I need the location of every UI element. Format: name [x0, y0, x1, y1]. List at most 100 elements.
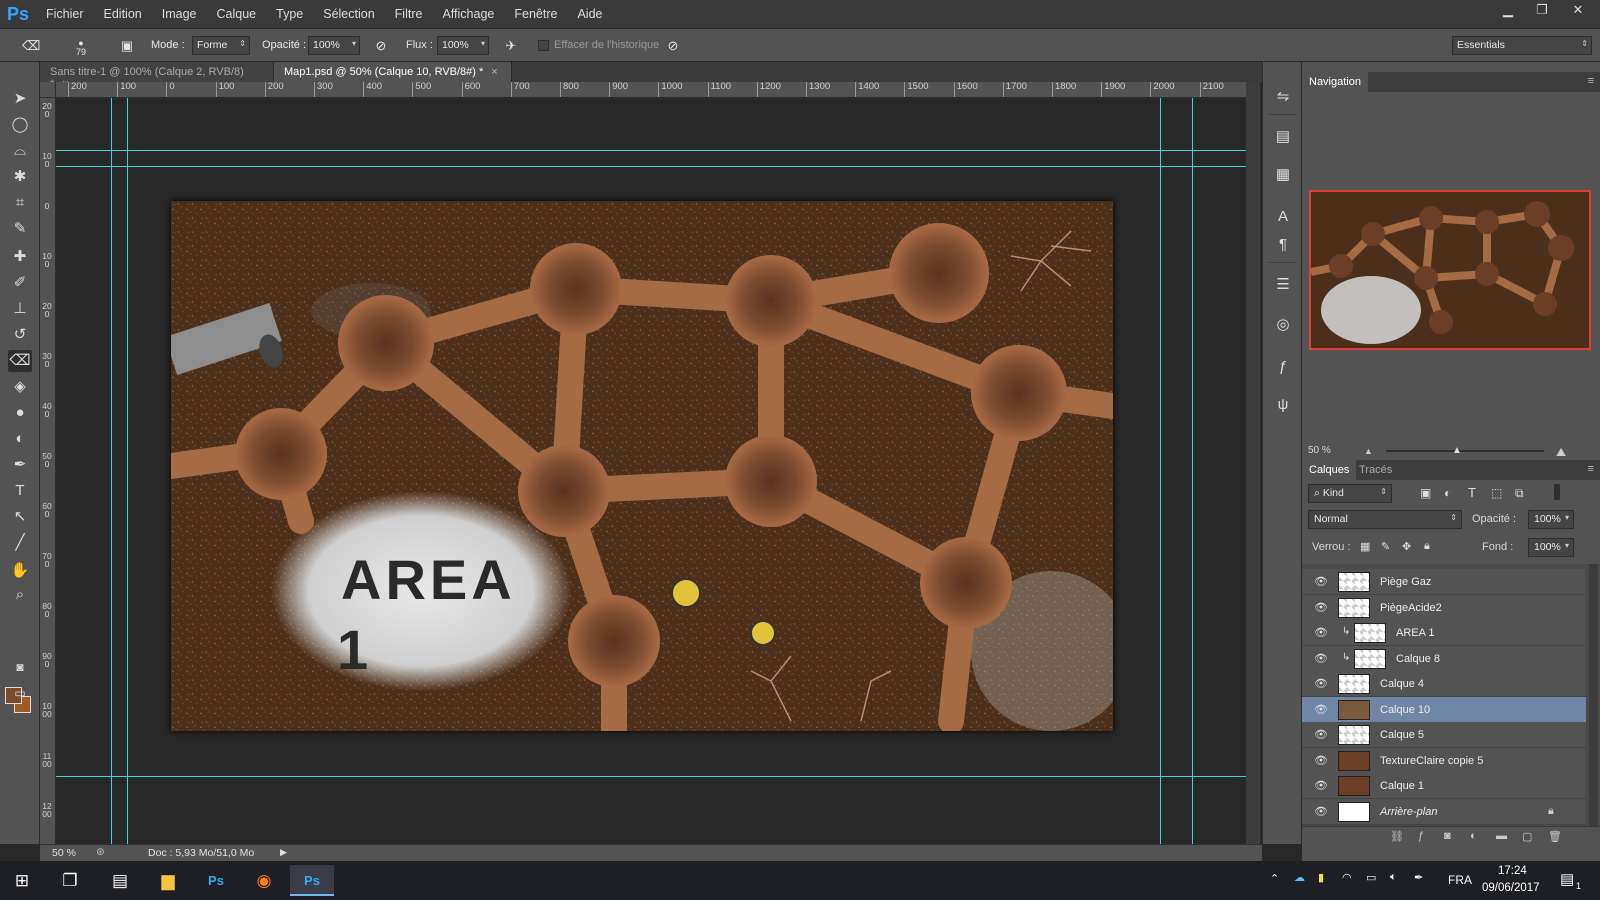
navigator-zoom-slider[interactable]	[1386, 450, 1544, 452]
layer-thumbnail[interactable]	[1338, 750, 1370, 771]
battery-icon[interactable]: ▭	[1366, 871, 1376, 884]
menu-calque[interactable]: Calque	[207, 0, 267, 28]
lock-position-icon[interactable]: ✥	[1402, 540, 1411, 553]
wifi-icon[interactable]: ◠	[1342, 871, 1352, 884]
menu-image[interactable]: Image	[152, 0, 207, 28]
layer-thumbnail[interactable]	[1338, 699, 1370, 720]
new-layer-icon[interactable]: ▢	[1522, 830, 1532, 843]
path-selection-icon[interactable]: ↖	[8, 506, 32, 528]
menu-selection[interactable]: Sélection	[313, 0, 384, 28]
eraser-tool-icon[interactable]: ⌫	[8, 350, 32, 372]
menu-fenetre[interactable]: Fenêtre	[504, 0, 567, 28]
history-panel-icon[interactable]: ⇋	[1271, 86, 1295, 108]
filter-adjustment-icon[interactable]: ◐	[1444, 486, 1451, 500]
filter-shape-icon[interactable]: ⬚	[1491, 486, 1502, 500]
layers-scrollbar[interactable]	[1589, 564, 1598, 826]
channels-icon[interactable]: ◎	[1271, 314, 1295, 336]
clone-stamp-icon[interactable]: ⊥	[8, 298, 32, 320]
visibility-eye-icon[interactable]: 👁︎	[1314, 805, 1328, 819]
firefox-icon[interactable]: ◉	[242, 865, 286, 896]
lock-all-icon[interactable]: 🔒︎	[1424, 540, 1430, 553]
quick-mask-icon[interactable]: ◙	[8, 656, 32, 678]
line-tool-icon[interactable]: ╱	[8, 532, 32, 554]
guide-vertical[interactable]	[1160, 98, 1161, 844]
hand-tool-icon[interactable]: ✋	[8, 560, 32, 582]
layer-thumbnail[interactable]	[1338, 597, 1370, 618]
panel-menu-icon[interactable]: ≡	[1588, 463, 1594, 475]
menu-edition[interactable]: Edition	[94, 0, 152, 28]
erase-history-checkbox[interactable]	[538, 40, 549, 51]
tab-traces[interactable]: Tracés	[1352, 460, 1399, 480]
opacity-input[interactable]: 100% ▾	[308, 36, 360, 55]
navigator-thumbnail[interactable]	[1309, 190, 1591, 350]
pen-workspace-icon[interactable]: ✒	[1414, 871, 1423, 884]
task-view-icon[interactable]: ❐	[48, 865, 92, 896]
panel-menu-icon[interactable]: ≡	[1588, 75, 1594, 87]
store-icon[interactable]: ▤	[98, 865, 142, 896]
workspace-select[interactable]: Essentials ⇕	[1452, 36, 1592, 55]
map-image[interactable]: AREA 1	[171, 201, 1113, 731]
guide-vertical[interactable]	[127, 98, 128, 844]
ruler-origin[interactable]	[40, 82, 56, 98]
visibility-eye-icon[interactable]: 👁︎	[1314, 601, 1328, 615]
layer-thumbnail[interactable]	[1354, 623, 1386, 643]
eyedropper-icon[interactable]: ✎	[8, 218, 32, 240]
visibility-eye-icon[interactable]: 👁︎	[1314, 677, 1328, 691]
zoom-level[interactable]: 50 %	[52, 847, 76, 859]
layer-row[interactable]: 👁︎ Piège Gaz	[1302, 569, 1586, 595]
brush-tool-icon[interactable]: ✐	[8, 272, 32, 294]
notifications-icon[interactable]: ▤	[1560, 870, 1574, 888]
filter-toggle[interactable]	[1554, 484, 1560, 500]
lasso-tool-icon[interactable]: ⌓	[8, 140, 32, 162]
visibility-eye-icon[interactable]: 👁︎	[1314, 728, 1328, 742]
adjustments-icon[interactable]: ☰	[1271, 274, 1295, 296]
paint-bucket-icon[interactable]: ◈	[8, 376, 32, 398]
layer-thumbnail[interactable]	[1338, 572, 1370, 592]
visibility-eye-icon[interactable]: 👁︎	[1314, 626, 1328, 640]
type-tool-icon[interactable]: T	[8, 480, 32, 502]
layer-opacity-input[interactable]: 100% ▾	[1528, 510, 1574, 529]
fill-input[interactable]: 100% ▾	[1528, 538, 1574, 557]
layer-row[interactable]: 👁︎ ↳ Calque 8	[1302, 645, 1586, 672]
canvas-area[interactable]: AREA 1	[56, 98, 1246, 844]
menu-type[interactable]: Type	[266, 0, 313, 28]
guide-vertical[interactable]	[111, 98, 112, 844]
photoshop-active-taskbar-icon[interactable]: Ps	[290, 865, 334, 896]
navigator-zoom[interactable]: 50 %	[1308, 445, 1331, 456]
visibility-eye-icon[interactable]: 👁︎	[1314, 779, 1328, 793]
slider-thumb[interactable]: ▲	[1452, 445, 1462, 456]
menu-aide[interactable]: Aide	[567, 0, 612, 28]
zoom-in-icon[interactable]: ⛰	[1556, 445, 1566, 460]
horizontal-ruler[interactable]: 200 100 0 100 200 300 400 500 600 700 800 900 1000 11…	[56, 82, 1246, 98]
zoom-out-icon[interactable]: ▲	[1364, 446, 1373, 456]
tool-presets-icon[interactable]: ▤	[1271, 126, 1295, 148]
adjustment-layer-icon[interactable]: ◐	[1470, 830, 1477, 842]
layer-thumbnail[interactable]	[1338, 725, 1370, 745]
add-mask-icon[interactable]: ◙	[1444, 830, 1451, 842]
visibility-eye-icon[interactable]: 👁︎	[1314, 652, 1328, 666]
lock-transparency-icon[interactable]: ▦	[1360, 540, 1370, 553]
puppet-icon[interactable]: ψ	[1271, 394, 1295, 416]
new-group-icon[interactable]: ▬	[1496, 830, 1507, 842]
layer-row[interactable]: 👁︎ Arrière-plan 🔒︎	[1302, 798, 1586, 825]
layer-row[interactable]: 👁︎ TextureClaire copie 5	[1302, 747, 1586, 774]
fx-icon[interactable]: ƒ	[1418, 830, 1424, 842]
screen-mode-icon[interactable]: ▭	[8, 682, 32, 704]
layer-filter-select[interactable]: ⌕ Kind ⇕	[1308, 484, 1392, 503]
tab-calques[interactable]: Calques	[1302, 460, 1357, 480]
layer-row[interactable]: 👁︎ Calque 1	[1302, 773, 1586, 799]
layer-row[interactable]: 👁︎ PiègeAcide2	[1302, 594, 1586, 621]
clock-date[interactable]: 09/06/2017	[1482, 882, 1540, 894]
tab-navigation[interactable]: Navigation	[1302, 72, 1368, 92]
layer-thumbnail[interactable]	[1338, 674, 1370, 694]
photoshop-taskbar-icon[interactable]: Ps	[194, 865, 238, 896]
canvas-scrollbar[interactable]	[1246, 82, 1260, 844]
visibility-eye-icon[interactable]: 👁︎	[1314, 754, 1328, 768]
language-indicator[interactable]: FRA	[1448, 873, 1472, 887]
brush-presets-icon[interactable]: ▦	[1271, 164, 1295, 186]
healing-brush-icon[interactable]: ✚	[8, 246, 32, 268]
guide-horizontal[interactable]	[56, 776, 1246, 777]
filter-smart-object-icon[interactable]: ⧉	[1515, 486, 1524, 501]
airbrush-icon[interactable]: ✈	[502, 37, 520, 55]
status-info-icon[interactable]: ⊛	[96, 846, 105, 858]
